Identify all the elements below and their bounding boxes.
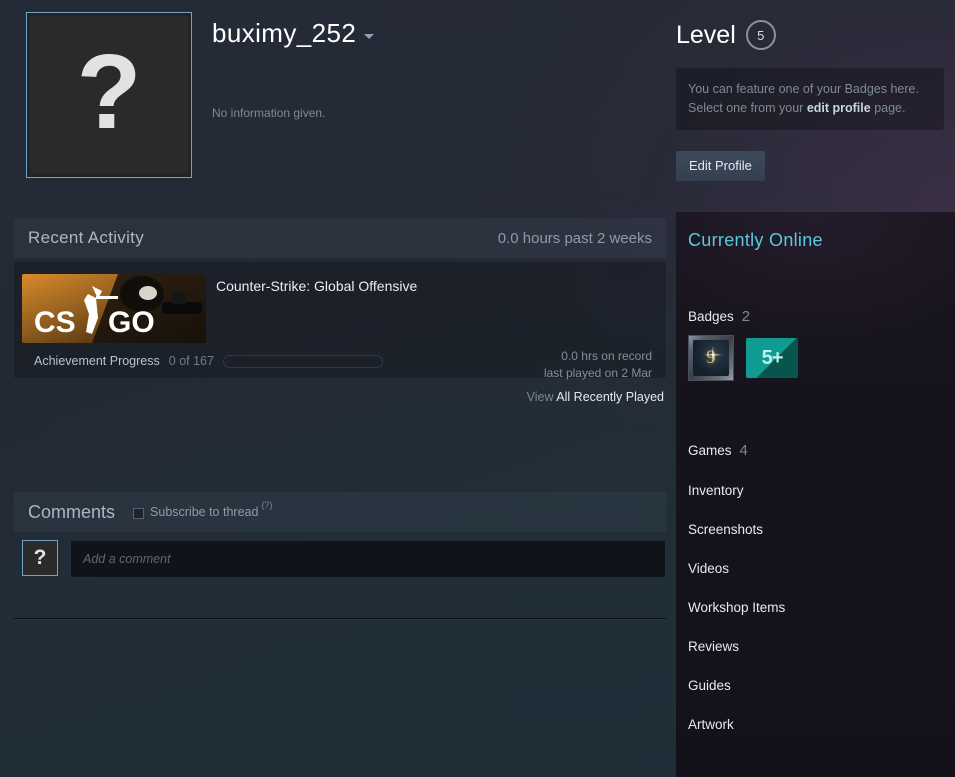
games-badge-value: 5+	[761, 346, 784, 369]
edit-profile-button[interactable]: Edit Profile	[676, 151, 765, 181]
last-played: last played on 2 Mar	[543, 366, 652, 380]
sidebar-item-label: Artwork	[688, 717, 734, 732]
subscribe-checkbox[interactable]	[133, 508, 145, 519]
recent-game-row[interactable]: CS GO Counter-Strike: Global Offensive 0…	[14, 262, 666, 380]
persona-name[interactable]: buximy_252	[212, 18, 356, 49]
sidebar-item-label: Workshop Items	[688, 600, 786, 615]
subscribe-to-thread[interactable]: Subscribe to thread (?)	[133, 500, 272, 519]
sidebar-item-inventory[interactable]: Inventory	[688, 471, 943, 510]
comments-divider	[14, 618, 666, 619]
hours-on-record: 0.0 hrs on record	[561, 349, 652, 363]
sidebar-item-label: Videos	[688, 561, 730, 576]
svg-text:GO: GO	[108, 306, 155, 339]
svg-text:CS: CS	[34, 306, 76, 339]
sidebar-item-label: Inventory	[688, 483, 744, 498]
badges-list: 9 5+	[688, 335, 943, 381]
left-column: Recent Activity 0.0 hours past 2 weeks C…	[14, 218, 666, 619]
achievement-progress-count: 0 of 167	[168, 354, 214, 368]
sidebar-item-workshop-items[interactable]: Workshop Items	[688, 588, 943, 627]
right-sidebar: Currently Online Badges 2 9 5+ Games 4 Inv…	[676, 212, 955, 777]
view-all-recently-played-link[interactable]: View All Recently Played	[14, 390, 666, 404]
badges-count: 2	[741, 308, 751, 325]
edit-profile-link[interactable]: edit profile	[807, 101, 871, 115]
sidebar-item-count: 4	[739, 442, 748, 459]
comment-compose-row: ? Add a comment	[14, 540, 666, 578]
sidebar-item-videos[interactable]: Videos	[688, 549, 943, 588]
feature-hint-text-after: page.	[870, 101, 906, 115]
game-capsule-image[interactable]: CS GO	[22, 274, 206, 343]
view-all-prefix: View	[526, 390, 554, 404]
recent-activity-header: Recent Activity 0.0 hours past 2 weeks	[14, 218, 666, 258]
help-icon[interactable]: (?)	[261, 500, 272, 510]
level-badge[interactable]: 9	[688, 335, 734, 381]
game-stats: 0.0 hrs on record last played on 2 Mar	[544, 348, 652, 382]
level-label: Level	[676, 20, 736, 49]
profile-summary: No information given.	[212, 106, 326, 120]
comment-avatar-placeholder-icon: ?	[33, 546, 47, 569]
achievement-progress-bar	[222, 354, 383, 368]
persona-block: buximy_252	[212, 18, 375, 49]
sidebar-item-label: Reviews	[688, 639, 740, 654]
sidebar-item-games[interactable]: Games 4	[688, 430, 943, 471]
sidebar-item-guides[interactable]: Guides	[688, 666, 943, 705]
sidebar-links: Games 4 Inventory Screenshots Videos Work…	[688, 430, 943, 744]
badges-label: Badges	[688, 309, 734, 324]
level-row: Level 5	[676, 20, 776, 50]
profile-header: ? buximy_252 No information given. Level…	[0, 0, 955, 212]
comment-avatar[interactable]: ?	[22, 540, 58, 576]
recent-activity-title: Recent Activity	[28, 228, 144, 247]
achievement-progress: Achievement Progress 0 of 167	[34, 354, 383, 368]
sidebar-item-label: Screenshots	[688, 522, 764, 537]
avatar-placeholder-icon: ?	[76, 33, 142, 151]
sidebar-item-reviews[interactable]: Reviews	[688, 627, 943, 666]
comment-input[interactable]: Add a comment	[70, 540, 666, 578]
level-badge-inner: 9	[693, 340, 729, 376]
sparkle-icon	[704, 346, 722, 364]
recent-activity-hours: 0.0 hours past 2 weeks	[497, 229, 652, 247]
view-all-label: All Recently Played	[556, 390, 664, 404]
featured-badge-hint: You can feature one of your Badges here.…	[676, 68, 944, 130]
comments-title: Comments	[28, 501, 116, 522]
game-name[interactable]: Counter-Strike: Global Offensive	[216, 278, 417, 294]
avatar[interactable]: ?	[26, 12, 192, 178]
comments-header: Comments Subscribe to thread (?)	[14, 492, 666, 532]
level-value[interactable]: 5	[745, 20, 776, 50]
achievement-progress-label: Achievement Progress	[34, 354, 160, 368]
sidebar-item-screenshots[interactable]: Screenshots	[688, 510, 943, 549]
sidebar-item-artwork[interactable]: Artwork	[688, 705, 943, 744]
csgo-capsule-art: CS GO	[22, 274, 206, 343]
games-badge[interactable]: 5+	[746, 338, 798, 378]
avatar-image: ?	[30, 16, 188, 174]
sidebar-item-label: Games	[688, 443, 732, 458]
sidebar-item-label: Guides	[688, 678, 731, 693]
badges-header[interactable]: Badges 2	[688, 308, 943, 325]
subscribe-label: Subscribe to thread	[150, 505, 259, 519]
online-status: Currently Online	[688, 230, 823, 250]
chevron-down-icon[interactable]	[364, 34, 375, 39]
badges-group: Badges 2 9 5+	[688, 308, 943, 381]
